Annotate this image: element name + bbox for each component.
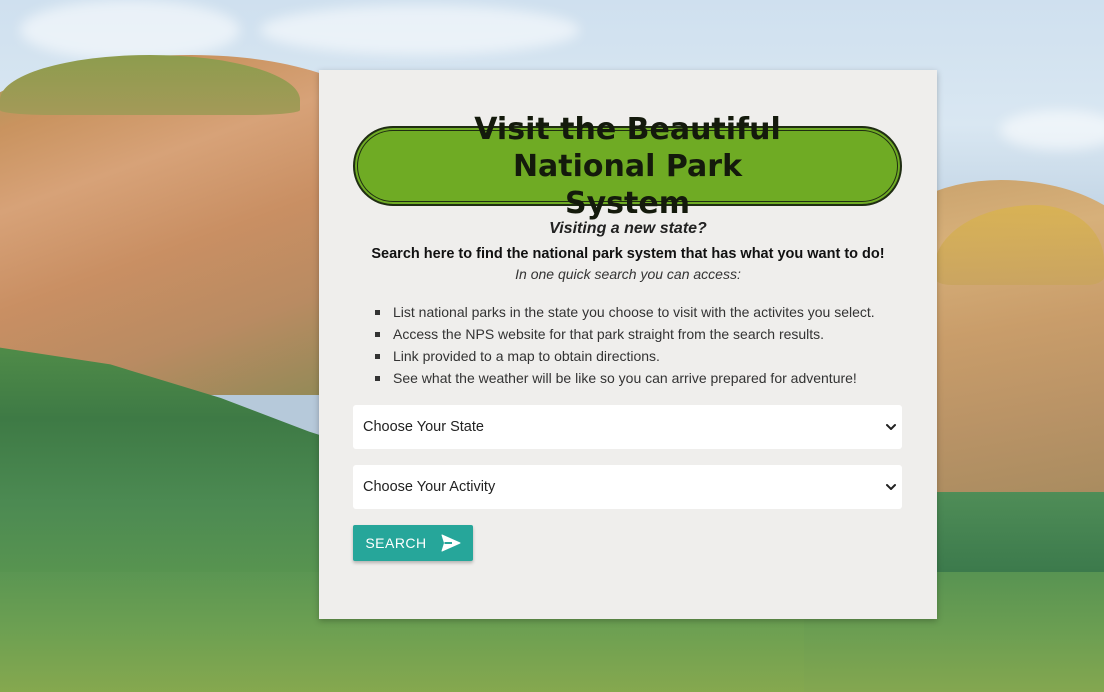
search-card: Visit the Beautiful National Park System… [319, 70, 937, 619]
feature-list: List national parks in the state you cho… [375, 301, 893, 389]
state-select[interactable]: Choose Your State [353, 405, 902, 449]
feature-item: List national parks in the state you cho… [375, 301, 893, 323]
intro-note: In one quick search you can access: [515, 266, 741, 282]
chevron-down-icon [886, 424, 896, 430]
state-select-value: Choose Your State [363, 419, 484, 435]
cloud [260, 5, 580, 55]
search-button-label: SEARCH [365, 535, 427, 551]
subheading: Visiting a new state? [549, 220, 707, 237]
title-banner: Visit the Beautiful National Park System [353, 112, 902, 221]
chevron-down-icon [886, 484, 896, 490]
send-icon [441, 534, 461, 552]
cloud [20, 0, 240, 60]
feature-item: See what the weather will be like so you… [375, 367, 893, 389]
feature-item: Access the NPS website for that park str… [375, 323, 893, 345]
lead-text: Search here to find the national park sy… [371, 246, 885, 262]
activity-select-value: Choose Your Activity [363, 479, 496, 495]
feature-item: Link provided to a map to obtain directi… [375, 345, 893, 367]
activity-select[interactable]: Choose Your Activity [353, 465, 902, 509]
search-button[interactable]: SEARCH [353, 525, 473, 561]
page-title: Visit the Beautiful National Park System [474, 111, 781, 221]
